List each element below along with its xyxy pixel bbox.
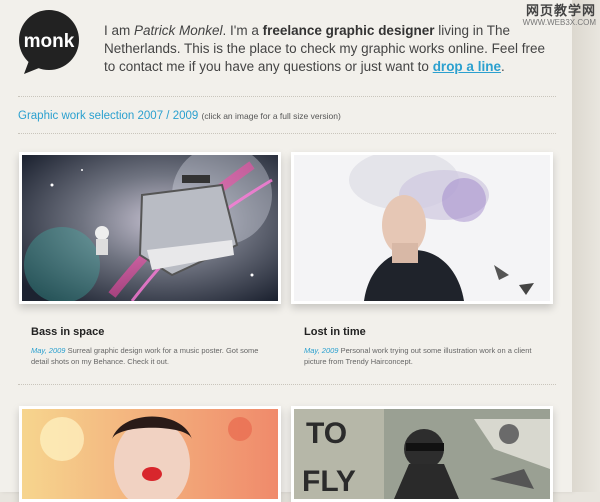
- divider: [18, 133, 556, 134]
- card-title: Lost in time: [304, 326, 366, 338]
- portrait-thumbnail[interactable]: [19, 406, 281, 502]
- poster-text-fly: FLY: [302, 465, 356, 498]
- page: monk I am Patrick Monkel. I'm a freelanc…: [0, 0, 572, 502]
- poster-text-to: TO: [306, 417, 347, 450]
- bass-in-space-thumbnail[interactable]: [19, 152, 281, 304]
- card-date: May, 2009: [31, 346, 66, 355]
- logo-text: monk: [24, 31, 75, 52]
- divider: [18, 96, 556, 97]
- monk-logo[interactable]: monk: [18, 10, 80, 76]
- divider: [18, 384, 556, 385]
- lost-in-time-thumbnail[interactable]: [291, 152, 553, 304]
- card-description: May, 2009 Surreal graphic design work fo…: [31, 346, 259, 366]
- author-role: freelance graphic designer: [262, 23, 435, 38]
- author-name: Patrick Monkel: [134, 23, 223, 38]
- section-note: (click an image for a full size version): [201, 111, 341, 121]
- card-description: May, 2009 Personal work trying out some …: [304, 346, 532, 366]
- watermark: 网页教学网 WWW.WEB3X.COM: [522, 3, 596, 27]
- contact-link[interactable]: drop a line: [433, 59, 501, 74]
- card-title: Bass in space: [31, 326, 105, 338]
- intro-text: I am Patrick Monkel. I'm a freelance gra…: [104, 23, 545, 74]
- card-date: May, 2009: [304, 346, 339, 355]
- to-fly-thumbnail[interactable]: TO FLY: [291, 406, 553, 502]
- section-heading: Graphic work selection 2007 / 2009 (clic…: [18, 110, 341, 122]
- right-rail: [572, 0, 600, 492]
